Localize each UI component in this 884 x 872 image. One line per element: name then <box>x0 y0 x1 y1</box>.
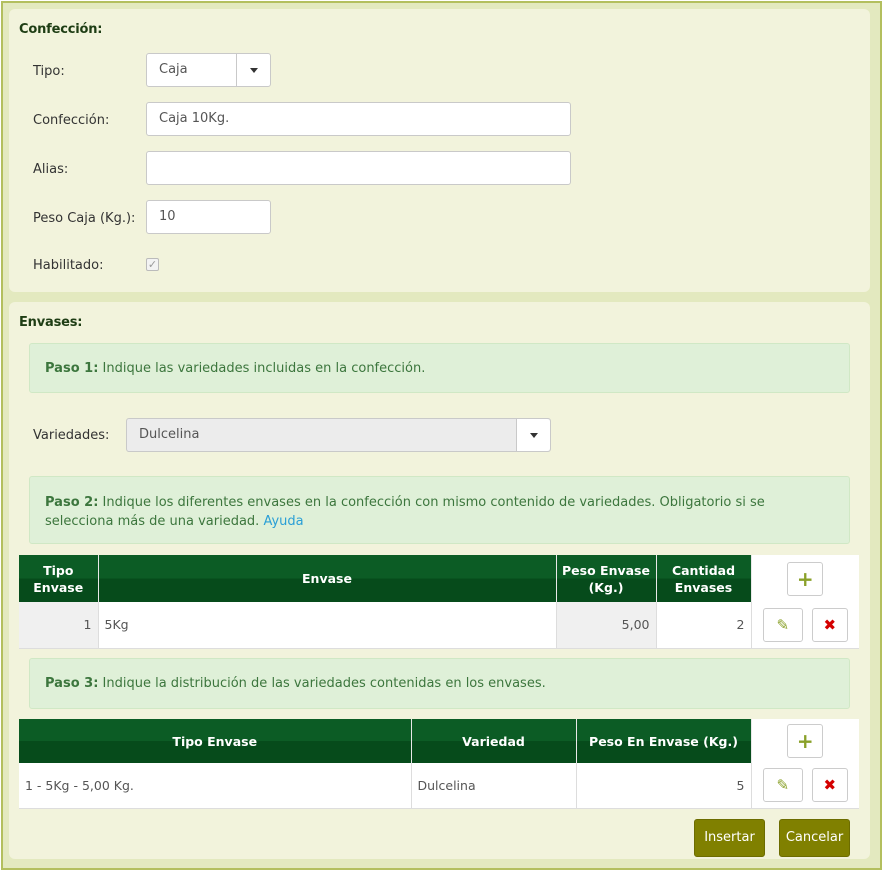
envases-table-header: Tipo Envase Envase Peso Envase (Kg.) Can… <box>19 555 859 602</box>
alias-input[interactable] <box>146 151 571 185</box>
paso1-text: Indique las variedades incluidas en la c… <box>98 361 426 376</box>
confeccion-panel: Confección: Tipo: Caja Confección: Caja … <box>9 9 870 292</box>
edit-distribucion-button[interactable]: ✎ <box>762 768 803 803</box>
chevron-down-icon <box>249 67 258 73</box>
ayuda-link[interactable]: Ayuda <box>263 514 303 529</box>
col-variedad: Variedad <box>411 719 577 763</box>
add-distribucion-button[interactable]: + <box>787 724 824 758</box>
edit-icon: ✎ <box>776 776 790 795</box>
alias-label: Alias: <box>33 162 69 177</box>
peso-caja-label: Peso Caja (Kg.): <box>33 211 136 226</box>
delete-envase-button[interactable]: ✖ <box>811 607 848 642</box>
delete-icon: ✖ <box>823 615 837 634</box>
cell-tipo-envase: 1 - 5Kg - 5,00 Kg. <box>19 763 412 809</box>
paso2-alert: Paso 2: Indique los diferentes envases e… <box>29 476 850 544</box>
edit-icon: ✎ <box>776 615 790 634</box>
variedades-select-value: Dulcelina <box>139 427 200 442</box>
envases-panel: Envases: Paso 1: Indique las variedades … <box>9 302 870 859</box>
cell-peso: 5,00 <box>556 602 657 649</box>
variedades-label: Variedades: <box>33 428 110 443</box>
tipo-select[interactable]: Caja <box>146 53 271 87</box>
table-row: 1 5Kg 5,00 2 ✎ ✖ <box>19 602 859 649</box>
col-tipo-envase: Tipo Envase <box>19 719 412 763</box>
paso3-label: Paso 3: <box>45 676 99 691</box>
distribucion-table-header: Tipo Envase Variedad Peso En Envase (Kg.… <box>19 719 859 763</box>
col-tipo-envase: Tipo Envase <box>19 555 99 602</box>
plus-icon: + <box>796 729 814 753</box>
paso2-text: Indique los diferentes envases en la con… <box>45 495 765 529</box>
col-peso-envase: Peso Envase (Kg.) <box>556 555 657 602</box>
paso1-alert: Paso 1: Indique las variedades incluidas… <box>29 343 850 393</box>
chevron-down-icon <box>529 432 538 438</box>
tipo-select-value: Caja <box>159 62 188 77</box>
habilitado-checkbox[interactable]: ✓ <box>146 258 159 271</box>
col-envase: Envase <box>98 555 557 602</box>
cell-peso-en-envase: 5 <box>576 763 752 809</box>
peso-caja-input[interactable]: 10 <box>146 200 271 234</box>
edit-envase-button[interactable]: ✎ <box>762 607 803 642</box>
variedades-dropdown-toggle[interactable] <box>516 419 550 451</box>
tipo-dropdown-toggle[interactable] <box>236 54 270 86</box>
paso3-alert: Paso 3: Indique la distribución de las v… <box>29 658 850 709</box>
paso2-label: Paso 2: <box>45 495 99 510</box>
cancelar-button[interactable]: Cancelar <box>779 819 850 857</box>
cell-cantidad: 2 <box>656 602 752 649</box>
col-cantidad-envases: Cantidad Envases <box>656 555 752 602</box>
habilitado-label: Habilitado: <box>33 258 104 273</box>
envases-section-title: Envases: <box>19 315 83 330</box>
cell-variedad: Dulcelina <box>411 763 577 809</box>
plus-icon: + <box>796 566 814 591</box>
insertar-button[interactable]: Insertar <box>694 819 765 857</box>
confeccion-section-title: Confección: <box>19 22 103 37</box>
cell-envase: 5Kg <box>98 602 557 649</box>
paso1-label: Paso 1: <box>45 361 99 376</box>
distribucion-table: Tipo Envase Variedad Peso En Envase (Kg.… <box>19 719 859 809</box>
tipo-label: Tipo: <box>33 64 65 79</box>
col-peso-en-envase: Peso En Envase (Kg.) <box>576 719 752 763</box>
add-envase-button[interactable]: + <box>787 561 824 596</box>
cell-tipo: 1 <box>19 602 99 649</box>
confeccion-input[interactable]: Caja 10Kg. <box>146 102 571 136</box>
delete-icon: ✖ <box>823 776 837 795</box>
variedades-select[interactable]: Dulcelina <box>126 418 551 452</box>
envases-table: Tipo Envase Envase Peso Envase (Kg.) Can… <box>19 555 859 649</box>
table-row: 1 - 5Kg - 5,00 Kg. Dulcelina 5 ✎ ✖ <box>19 763 859 809</box>
confeccion-label: Confección: <box>33 113 110 128</box>
delete-distribucion-button[interactable]: ✖ <box>811 768 848 803</box>
paso3-text: Indique la distribución de las variedade… <box>98 676 546 691</box>
